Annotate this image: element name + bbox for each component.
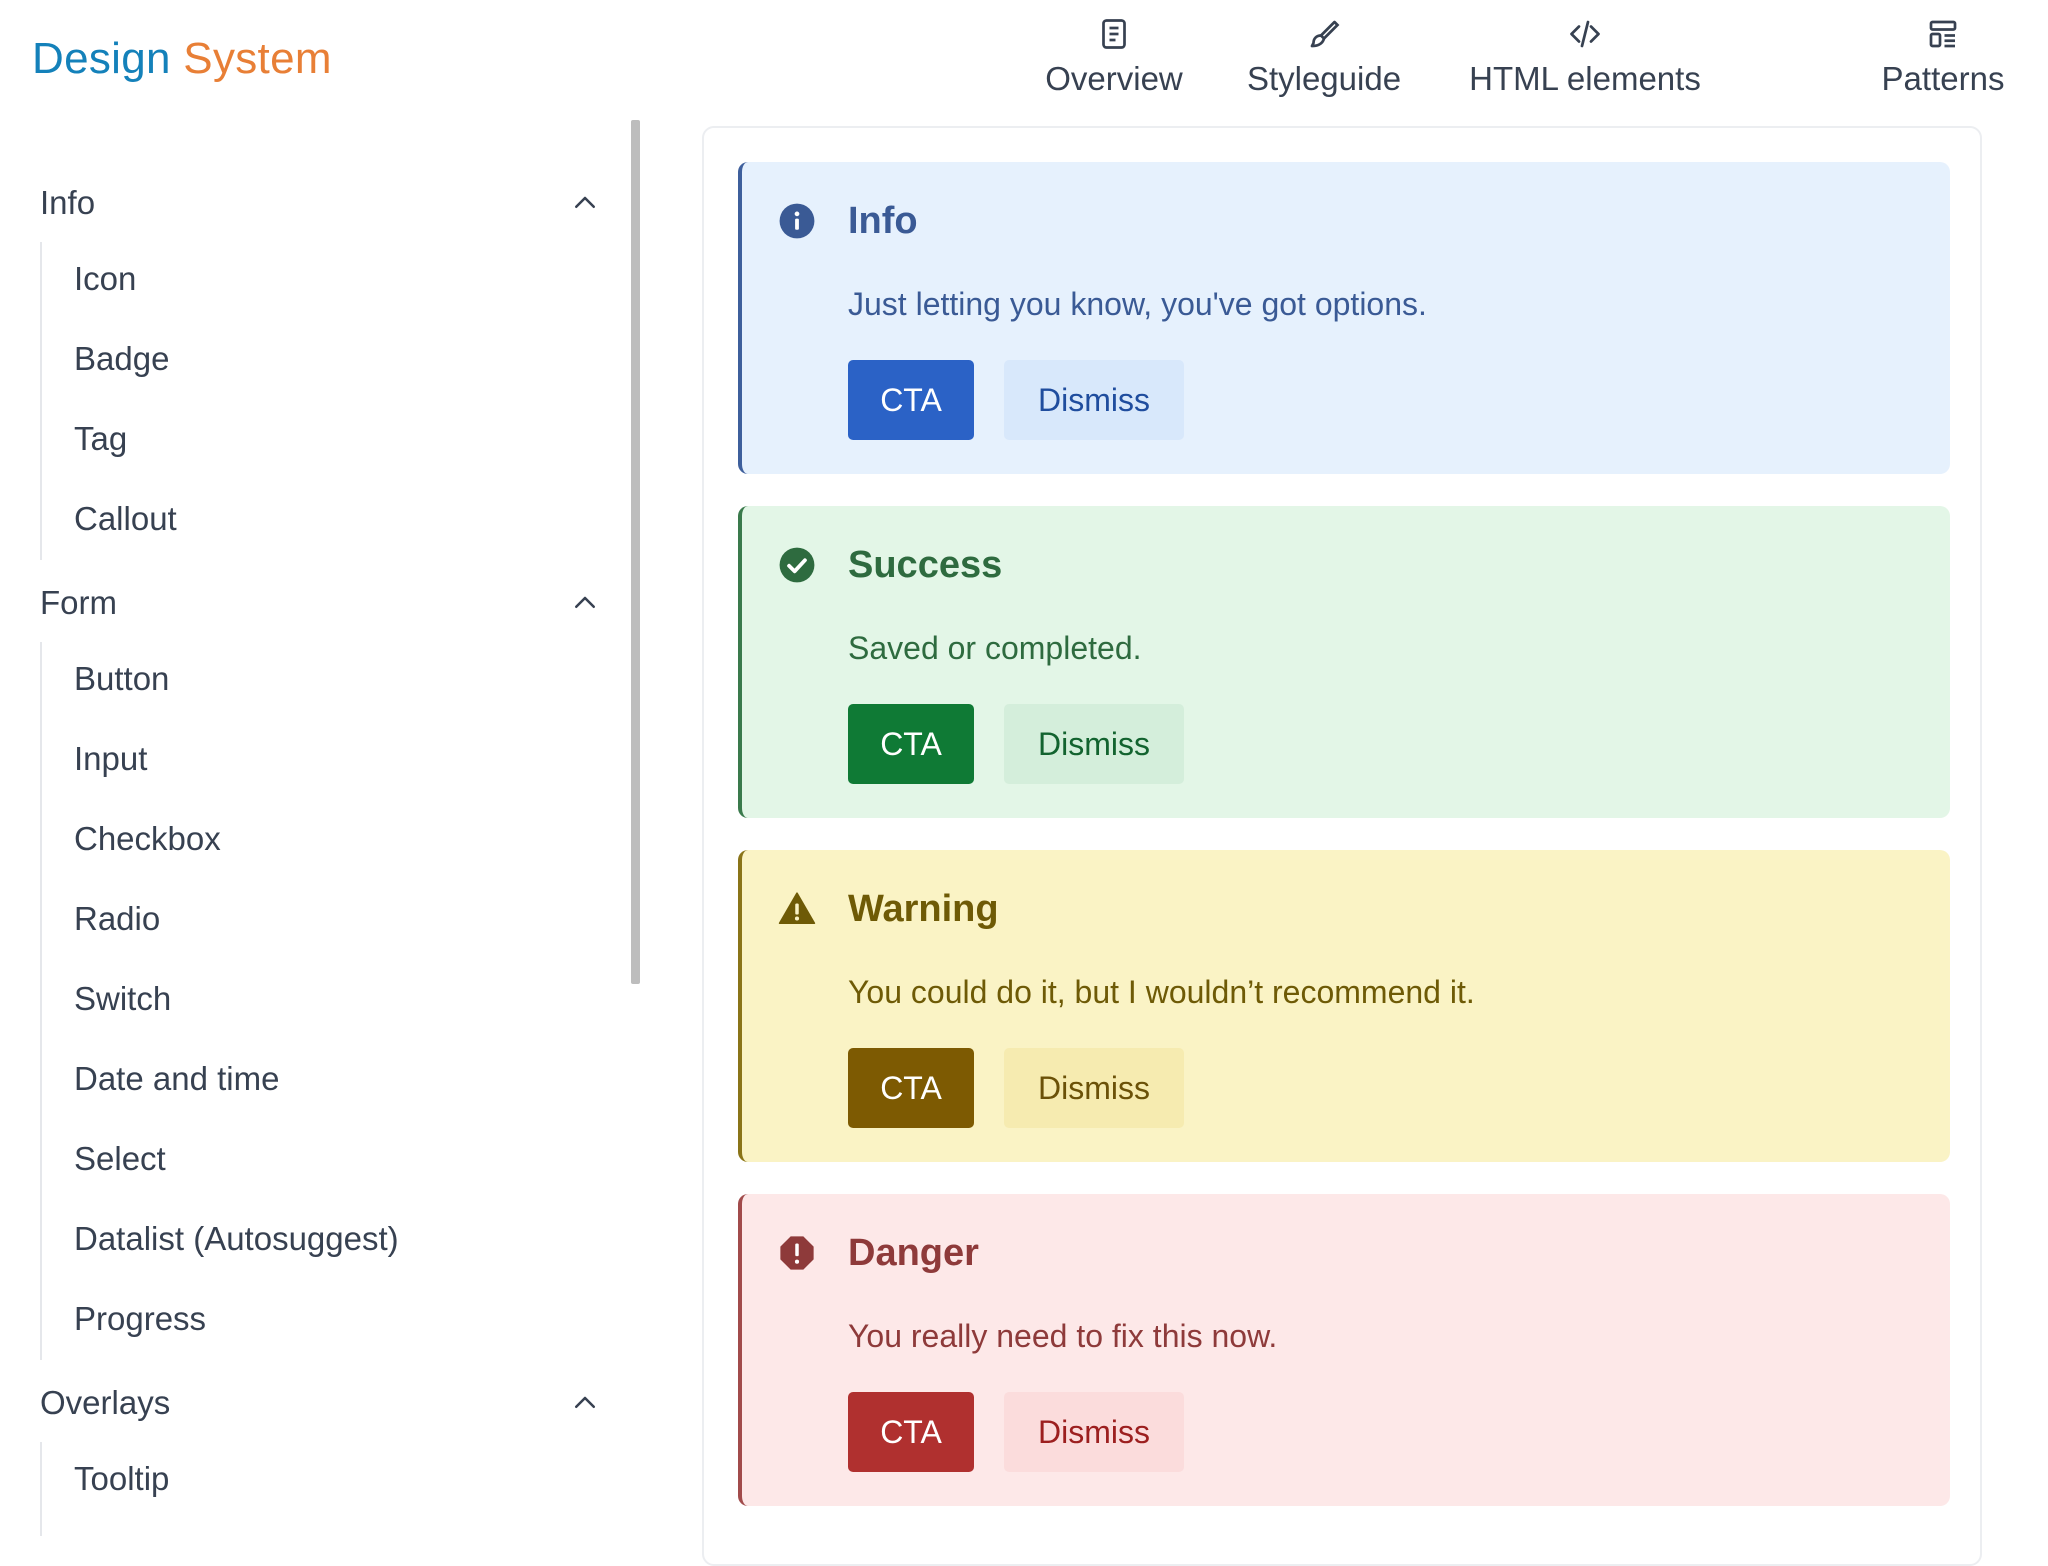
sidebar-scrollbar[interactable] [631,120,640,984]
sidebar-item-tag[interactable]: Tag [74,420,127,458]
cta-button[interactable]: CTA [848,704,974,784]
callout-danger: Danger You really need to fix this now. … [738,1194,1950,1506]
app-header: Design System Overview Styleguide HTML e… [0,0,2048,120]
brand-logo[interactable]: Design System [32,34,332,84]
nav-html-elements-label: HTML elements [1469,60,1701,97]
callout-text: Saved or completed. [848,630,1142,666]
sidebar-item-tooltip[interactable]: Tooltip [74,1460,169,1498]
sidebar-item-radio[interactable]: Radio [74,900,160,938]
sidebar-item-badge[interactable]: Badge [74,340,169,378]
nav-patterns-label: Patterns [1881,60,2005,97]
nav-styleguide[interactable]: Styleguide [1239,14,1409,104]
nav-html-elements[interactable]: HTML elements [1465,14,1705,104]
sidebar-group-label: Info [40,184,96,221]
callout-text: You really need to fix this now. [848,1318,1278,1354]
sidebar-item-icon[interactable]: Icon [74,260,136,298]
layout-icon [1929,20,1957,48]
cta-button[interactable]: CTA [848,1392,974,1472]
code-icon [1570,20,1600,48]
nav-styleguide-label: Styleguide [1246,60,1402,97]
callout-title: Danger [848,1232,979,1274]
group-divider-line [40,1442,42,1536]
dismiss-button[interactable]: Dismiss [1004,360,1184,440]
warning-triangle-icon [778,892,816,925]
sidebar-item-switch[interactable]: Switch [74,980,171,1018]
sidebar-group-label: Overlays [40,1384,171,1421]
chevron-up-icon [575,196,595,208]
callout-text: Just letting you know, you've got option… [848,286,1427,322]
nav-overview[interactable]: Overview [1039,14,1189,104]
chevron-up-icon [575,596,595,608]
nav-overview-label: Overview [1045,60,1183,97]
chevron-up-icon [575,1396,595,1408]
sidebar-group-form[interactable]: Form [40,576,600,636]
callout-title: Warning [848,888,999,930]
sidebar: Info Icon Badge Tag Callout Form Button … [0,120,650,1536]
brush-icon [1310,20,1340,48]
callout-warning: Warning You could do it, but I wouldn’t … [738,850,1950,1162]
info-circle-icon [779,203,815,239]
brand-part-2: System [183,34,332,83]
sidebar-group-label: Form [40,584,117,621]
sidebar-item-date-and-time[interactable]: Date and time [74,1060,279,1098]
group-divider-line [40,242,42,560]
sidebar-item-progress[interactable]: Progress [74,1300,206,1338]
sidebar-item-select[interactable]: Select [74,1140,166,1178]
check-circle-icon [779,547,815,583]
sidebar-item-checkbox[interactable]: Checkbox [74,820,221,858]
dismiss-button[interactable]: Dismiss [1004,1048,1184,1128]
sidebar-group-info[interactable]: Info [40,176,600,236]
brand-part-1: Design [32,34,171,83]
callout-text: You could do it, but I wouldn’t recommen… [848,974,1475,1010]
cta-button[interactable]: CTA [848,1048,974,1128]
cta-button[interactable]: CTA [848,360,974,440]
sidebar-group-overlays[interactable]: Overlays [40,1376,600,1436]
dismiss-button[interactable]: Dismiss [1004,704,1184,784]
callout-success: Success Saved or completed. CTA Dismiss [738,506,1950,818]
callout-title: Success [848,544,1003,586]
callout-title: Info [848,200,918,242]
nav-patterns[interactable]: Patterns [1873,14,2013,104]
danger-octagon-icon [780,1236,814,1270]
sidebar-item-datalist[interactable]: Datalist (Autosuggest) [74,1220,399,1258]
callout-info: Info Just letting you know, you've got o… [738,162,1950,474]
group-divider-line [40,642,42,1360]
dismiss-button[interactable]: Dismiss [1004,1392,1184,1472]
content-panel: Info Just letting you know, you've got o… [702,126,1982,1566]
sidebar-item-button[interactable]: Button [74,660,169,698]
sidebar-item-callout[interactable]: Callout [74,500,177,538]
sidebar-item-input[interactable]: Input [74,740,147,778]
document-icon [1102,19,1126,49]
